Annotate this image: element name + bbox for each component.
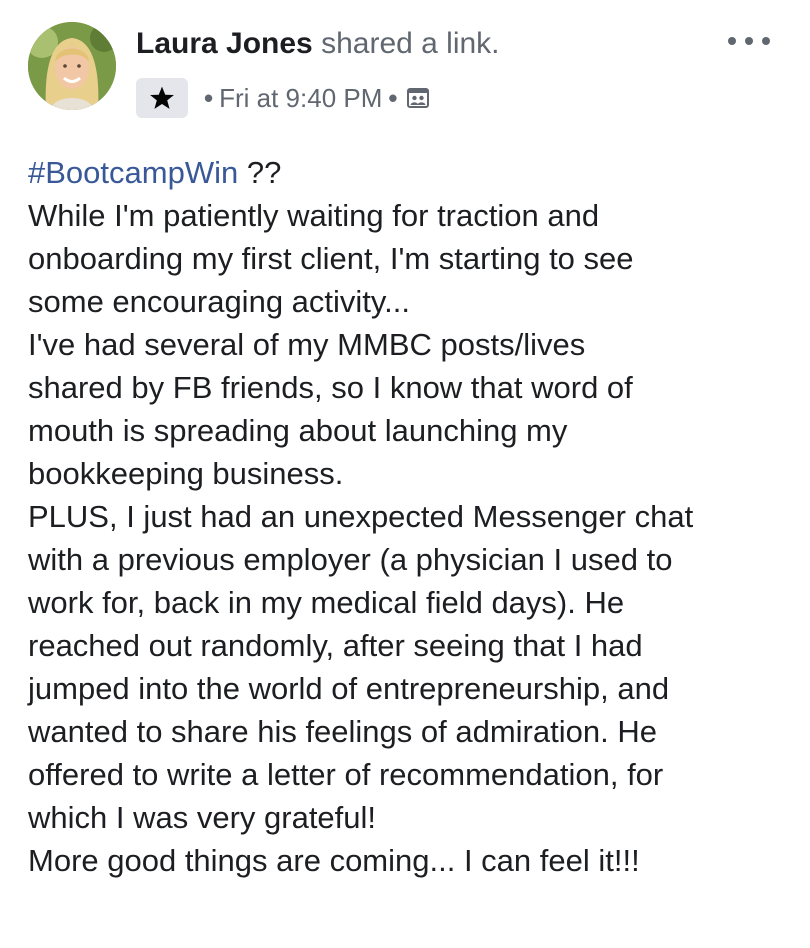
post-line: which I was very grateful! (28, 800, 377, 835)
hashtag-suffix: ?? (238, 155, 282, 190)
hashtag-link[interactable]: #BootcampWin (28, 155, 238, 190)
more-dot (728, 37, 736, 45)
more-dot (745, 37, 753, 45)
post-line: with a previous employer (a physician I … (28, 542, 673, 577)
post-line: bookkeeping business. (28, 456, 344, 491)
post-line: jumped into the world of entrepreneurshi… (28, 671, 670, 706)
meta-separator: • (388, 82, 398, 113)
avatar[interactable] (28, 22, 116, 110)
post-header: Laura Jones shared a link. (136, 24, 500, 64)
post-line: reached out randomly, after seeing that … (28, 628, 643, 663)
post-action-text: shared a link. (321, 27, 500, 60)
post-timestamp[interactable]: Fri at 9:40 PM (219, 83, 382, 114)
post-line: While I'm patiently waiting for traction… (28, 198, 600, 233)
post-line: offered to write a letter of recommendat… (28, 757, 664, 792)
star-icon[interactable] (136, 78, 188, 118)
post-line: shared by FB friends, so I know that wor… (28, 370, 633, 405)
meta-separator: • (204, 82, 214, 113)
post-line: I've had several of my MMBC posts/lives (28, 327, 586, 362)
author-name[interactable]: Laura Jones (136, 27, 313, 60)
post-line: More good things are coming... I can fee… (28, 843, 640, 878)
post-text: #BootcampWin ?? While I'm patiently wait… (28, 151, 798, 882)
post-line: mouth is spreading about launching my (28, 413, 568, 448)
post-line: wanted to share his feelings of admirati… (28, 714, 657, 749)
post-line: some encouraging activity... (28, 284, 410, 319)
more-dot (762, 37, 770, 45)
post-card: Laura Jones shared a link. • Fri at 9:40… (0, 0, 810, 948)
post-line: onboarding my first client, I'm starting… (28, 241, 634, 276)
group-audience-icon[interactable] (406, 86, 430, 110)
post-line: work for, back in my medical field days)… (28, 585, 625, 620)
more-options-icon[interactable] (728, 30, 770, 52)
post-line: PLUS, I just had an unexpected Messenger… (28, 499, 694, 534)
post-meta: • Fri at 9:40 PM • (136, 78, 430, 118)
post-line: #BootcampWin ?? (28, 151, 798, 194)
